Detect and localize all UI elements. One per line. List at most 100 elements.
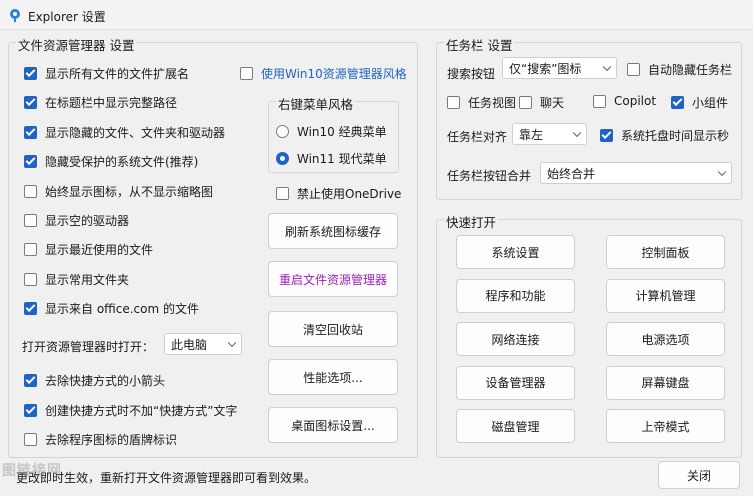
checkbox-box bbox=[24, 184, 37, 198]
explorer-action-button-0[interactable]: 刷新系统图标缓存 bbox=[268, 213, 398, 249]
shortcut-option-1-label: 创建快捷方式时不加“快捷方式”文字 bbox=[45, 403, 238, 418]
explorer-option-3-label: 隐藏受保护的系统文件(推荐) bbox=[45, 155, 199, 170]
chevron-down-icon bbox=[227, 338, 237, 348]
taskbar-item-0[interactable]: 任务视图 bbox=[447, 94, 516, 111]
merge-select[interactable]: 始终合并 bbox=[540, 162, 732, 184]
context-menu-option-0[interactable]: Win10 经典菜单 bbox=[276, 123, 387, 140]
tray-seconds-checkbox[interactable]: 系统托盘时间显示秒 bbox=[600, 127, 729, 144]
context-menu-title: 右键菜单风格 bbox=[276, 94, 356, 113]
taskbar-item-2-label: Copilot bbox=[614, 94, 657, 108]
explorer-group-title: 文件资源管理器 设置 bbox=[16, 35, 137, 54]
explorer-option-6-label: 显示最近使用的文件 bbox=[45, 243, 154, 258]
checkbox-box bbox=[600, 129, 613, 142]
explorer-option-7[interactable]: 显示常用文件夹 bbox=[24, 271, 129, 288]
checkbox-box bbox=[24, 67, 37, 80]
checkbox-box bbox=[519, 96, 532, 109]
context-menu-option-1[interactable]: Win11 现代菜单 bbox=[276, 150, 387, 167]
quick-open-button-7[interactable]: 屏幕键盘 bbox=[606, 365, 725, 400]
checkbox-box bbox=[24, 96, 37, 110]
context-menu-option-label: Win11 现代菜单 bbox=[297, 152, 387, 166]
explorer-action-button-3[interactable]: 性能选项... bbox=[268, 359, 398, 395]
checkbox-box bbox=[24, 272, 37, 286]
context-menu-option-label: Win10 经典菜单 bbox=[297, 125, 387, 139]
quick-open-button-5[interactable]: 电源选项 bbox=[606, 322, 725, 356]
quick-open-button-6[interactable]: 设备管理器 bbox=[456, 365, 575, 400]
explorer-option-4[interactable]: 始终显示图标，从不显示缩略图 bbox=[24, 183, 213, 200]
explorer-option-8-label: 显示来自 office.com 的文件 bbox=[45, 302, 199, 317]
open-label: 打开资源管理器时打开： bbox=[22, 340, 155, 354]
checkbox-box bbox=[24, 214, 37, 227]
merge-select-value: 始终合并 bbox=[547, 166, 596, 181]
taskbar-item-2[interactable]: Copilot bbox=[593, 94, 656, 108]
radio-dot bbox=[276, 125, 289, 138]
checkbox-box bbox=[24, 374, 37, 387]
explorer-option-8[interactable]: 显示来自 office.com 的文件 bbox=[24, 300, 199, 317]
checkbox-box bbox=[276, 187, 289, 200]
explorer-action-button-1[interactable]: 重启文件资源管理器 bbox=[268, 261, 398, 297]
tray-seconds-label: 系统托盘时间显示秒 bbox=[621, 129, 730, 143]
align-select-value: 靠左 bbox=[519, 127, 544, 142]
taskbar-item-1[interactable]: 聊天 bbox=[519, 94, 564, 111]
checkbox-box bbox=[24, 302, 37, 316]
taskbar-group-title: 任务栏 设置 bbox=[444, 35, 515, 54]
explorer-option-2[interactable]: 显示隐藏的文件、文件夹和驱动器 bbox=[24, 124, 225, 141]
checkbox-box bbox=[671, 96, 684, 109]
quick-open-button-2[interactable]: 程序和功能 bbox=[456, 278, 575, 313]
app-icon bbox=[10, 9, 20, 22]
explorer-option-2-label: 显示隐藏的文件、文件夹和驱动器 bbox=[45, 125, 226, 140]
shortcut-option-0[interactable]: 去除快捷方式的小箭头 bbox=[24, 372, 165, 389]
shortcut-option-2[interactable]: 去除程序图标的盾牌标识 bbox=[24, 431, 177, 448]
explorer-option-1[interactable]: 在标题栏中显示完整路径 bbox=[24, 94, 177, 111]
checkbox-box bbox=[627, 63, 640, 76]
title-bar: Explorer 设置 bbox=[0, 0, 753, 30]
explorer-option-1-label: 在标题栏中显示完整路径 bbox=[45, 96, 178, 111]
quick-open-button-1[interactable]: 控制面板 bbox=[606, 235, 725, 269]
quick-open-button-0[interactable]: 系统设置 bbox=[456, 235, 575, 269]
explorer-option-0-label: 显示所有文件的文件扩展名 bbox=[45, 67, 190, 81]
checkbox-box bbox=[240, 67, 253, 80]
onedrive-label: 禁止使用OneDrive bbox=[297, 187, 402, 201]
align-label: 任务栏对齐 bbox=[447, 130, 508, 144]
quick-open-button-4[interactable]: 网络连接 bbox=[456, 322, 575, 356]
quick-open-button-9[interactable]: 上帝模式 bbox=[606, 409, 725, 443]
taskbar-item-0-label: 任务视图 bbox=[468, 96, 517, 110]
autohide-checkbox[interactable]: 自动隐藏任务栏 bbox=[627, 61, 732, 78]
search-label: 搜索按钮 bbox=[447, 67, 496, 81]
search-select-value: 仅“搜索”图标 bbox=[509, 61, 582, 76]
win10-explorer-checkbox[interactable]: 使用Win10资源管理器风格 bbox=[240, 65, 407, 82]
explorer-action-button-2[interactable]: 清空回收站 bbox=[268, 311, 398, 347]
explorer-option-6[interactable]: 显示最近使用的文件 bbox=[24, 241, 153, 258]
quick-open-title: 快速打开 bbox=[444, 212, 499, 231]
taskbar-item-3-label: 小组件 bbox=[692, 96, 729, 110]
explorer-option-5[interactable]: 显示空的驱动器 bbox=[24, 212, 129, 229]
window-title: Explorer 设置 bbox=[28, 10, 106, 24]
quick-open-button-8[interactable]: 磁盘管理 bbox=[456, 409, 575, 443]
autohide-label: 自动隐藏任务栏 bbox=[648, 63, 733, 77]
explorer-option-3[interactable]: 隐藏受保护的系统文件(推荐) bbox=[24, 153, 198, 170]
shortcut-option-1[interactable]: 创建快捷方式时不加“快捷方式”文字 bbox=[24, 402, 237, 419]
checkbox-box bbox=[447, 96, 460, 109]
onedrive-checkbox[interactable]: 禁止使用OneDrive bbox=[276, 185, 401, 202]
shortcut-option-2-label: 去除程序图标的盾牌标识 bbox=[45, 433, 178, 447]
search-select[interactable]: 仅“搜索”图标 bbox=[502, 57, 617, 79]
open-select[interactable]: 此电脑 bbox=[164, 333, 242, 355]
explorer-option-0[interactable]: 显示所有文件的文件扩展名 bbox=[24, 65, 189, 82]
radio-dot bbox=[276, 152, 289, 165]
open-select-value: 此电脑 bbox=[171, 337, 208, 352]
explorer-option-5-label: 显示空的驱动器 bbox=[45, 214, 130, 228]
checkbox-box bbox=[24, 433, 37, 446]
checkbox-box bbox=[24, 243, 37, 257]
quick-open-button-3[interactable]: 计算机管理 bbox=[606, 278, 725, 313]
checkbox-box bbox=[593, 94, 606, 108]
status-text: 更改即时生效，重新打开文件资源管理器即可看到效果。 bbox=[16, 471, 317, 485]
taskbar-item-3[interactable]: 小组件 bbox=[671, 94, 728, 111]
merge-label: 任务栏按钮合并 bbox=[447, 169, 532, 183]
shortcut-option-0-label: 去除快捷方式的小箭头 bbox=[45, 374, 166, 388]
chevron-down-icon bbox=[572, 128, 582, 138]
explorer-action-button-4[interactable]: 桌面图标设置... bbox=[268, 407, 398, 443]
chevron-down-icon bbox=[717, 167, 727, 177]
checkbox-box bbox=[24, 155, 37, 169]
chevron-down-icon bbox=[602, 62, 612, 72]
align-select[interactable]: 靠左 bbox=[512, 123, 587, 145]
close-button[interactable]: 关闭 bbox=[658, 461, 740, 489]
